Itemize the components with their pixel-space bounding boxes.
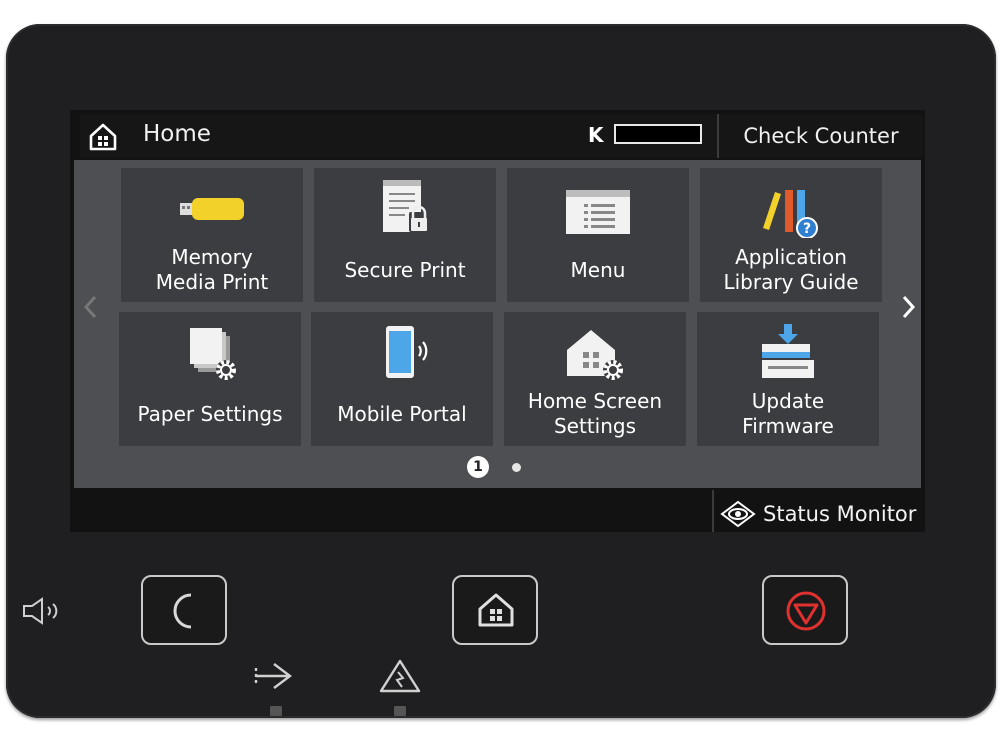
home-icon: [478, 593, 514, 627]
tile-home-screen-settings[interactable]: Home Screen Settings: [504, 312, 686, 446]
next-page-arrow-icon[interactable]: [897, 292, 919, 322]
tile-menu[interactable]: Menu: [507, 168, 689, 302]
home-hardware-button[interactable]: [452, 575, 538, 645]
tile-label: Home Screen Settings: [527, 389, 663, 438]
mobile-portal-icon: [386, 326, 428, 378]
update-firmware-icon: [762, 324, 814, 378]
toner-label: K: [588, 123, 604, 147]
home-icon: [87, 121, 119, 153]
tile-label: Application Library Guide: [723, 245, 859, 294]
toner-level-bar: [614, 124, 702, 144]
error-warning-icon: [379, 659, 421, 693]
data-indicator-icon: [254, 663, 292, 689]
stop-icon: [786, 591, 826, 631]
tile-update-firmware[interactable]: Update Firmware: [697, 312, 879, 446]
tile-application-library-guide[interactable]: ? Application Library Guide: [700, 168, 882, 302]
page-indicator-dot[interactable]: [512, 463, 521, 472]
tile-label: Memory Media Print: [155, 245, 269, 294]
tile-memory-media-print[interactable]: Memory Media Print: [121, 168, 303, 302]
library-guide-icon: ?: [763, 190, 818, 238]
paper-settings-gear-icon: [190, 328, 236, 380]
moon-icon: [173, 593, 192, 629]
status-monitor-label: Status Monitor: [763, 502, 917, 526]
error-led: [394, 706, 406, 716]
check-counter-button[interactable]: Check Counter: [717, 114, 923, 158]
stop-button[interactable]: [762, 575, 848, 645]
svg-text:?: ?: [803, 221, 811, 237]
tile-label: Mobile Portal: [337, 401, 467, 426]
home-settings-gear-icon: [567, 330, 623, 380]
tile-label: Paper Settings: [137, 401, 283, 426]
volume-speaker-icon: [23, 597, 58, 625]
tile-label: Update Firmware: [742, 389, 834, 438]
tile-secure-print[interactable]: Secure Print: [314, 168, 496, 302]
usb-memory-icon: [180, 198, 244, 220]
page-indicator-current: 1: [467, 456, 489, 478]
tile-label: Secure Print: [344, 257, 466, 282]
tile-label: Menu: [570, 257, 626, 282]
page-title: Home: [143, 121, 211, 147]
energy-saver-button[interactable]: [141, 575, 227, 645]
eye-diamond-icon: [720, 500, 756, 528]
secure-print-lock-icon: [383, 180, 429, 232]
previous-page-arrow-icon[interactable]: [80, 292, 102, 322]
tile-mobile-portal[interactable]: Mobile Portal: [311, 312, 493, 446]
data-led: [270, 706, 282, 716]
tile-paper-settings[interactable]: Paper Settings: [119, 312, 301, 446]
menu-list-icon: [566, 190, 630, 234]
